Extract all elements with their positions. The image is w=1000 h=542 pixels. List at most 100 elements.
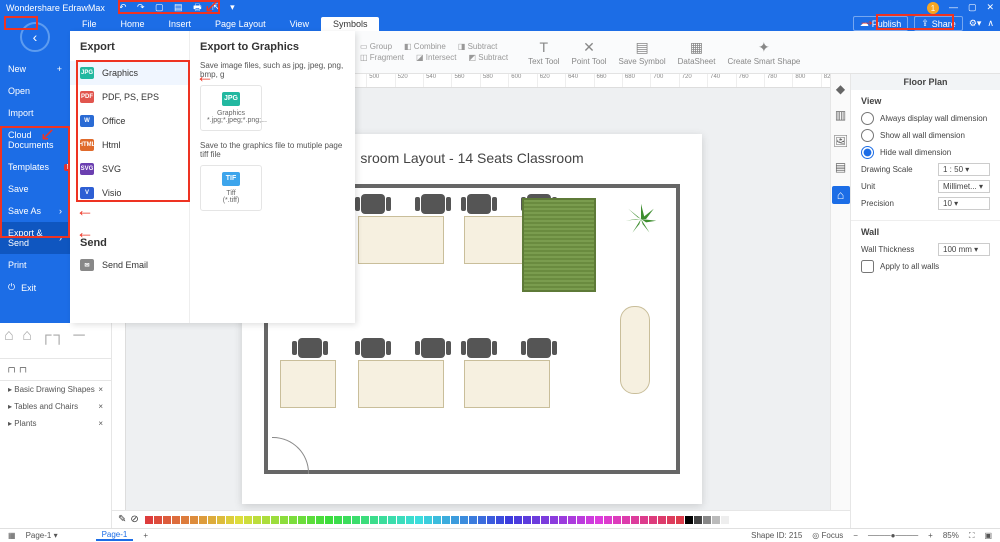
carpet[interactable]: [522, 198, 596, 292]
category-plants[interactable]: ▸ Plants×: [0, 415, 111, 432]
radio-show-all[interactable]: Show all wall dimension: [861, 129, 990, 142]
file-new[interactable]: New+: [0, 58, 70, 80]
focus-icon[interactable]: ◎ Focus: [812, 531, 843, 540]
window-min-icon[interactable]: —: [949, 2, 958, 14]
ribbon-smart-shape[interactable]: ✦Create Smart Shape: [727, 39, 800, 66]
file-print[interactable]: Print: [0, 254, 70, 276]
desk-4[interactable]: [280, 338, 340, 408]
file-open[interactable]: Open: [0, 80, 70, 102]
export-desc2: Save to the graphics file to mutiple pag…: [200, 141, 345, 159]
category-tables-chairs[interactable]: ▸ Tables and Chairs×: [0, 398, 111, 415]
export-visio[interactable]: VVisio: [70, 181, 189, 205]
tool-theme-icon[interactable]: ◆: [836, 82, 845, 96]
power-icon: ⏻: [8, 282, 15, 293]
window-max-icon[interactable]: ▢: [968, 2, 977, 14]
shapes-pane: ⌂ ⌂ ┌┐ ─ ┌┐┌┐ ▸ Basic Drawing Shapes× ▸ …: [0, 323, 112, 528]
ribbon-subtract2[interactable]: ◩ Subtract: [468, 53, 508, 62]
shape-thumbnails: ┌┐┌┐: [0, 359, 111, 381]
zoom-in-button[interactable]: +: [928, 531, 933, 540]
qat-redo-icon[interactable]: ↷: [137, 2, 145, 12]
page-tab[interactable]: Page-1: [96, 530, 134, 541]
ribbon-text-tool[interactable]: TText Tool: [528, 39, 559, 66]
export-thumb-graphics[interactable]: JPG Graphics *.jpg;*.jpeg;*.png;...: [200, 85, 262, 131]
user-badge[interactable]: 1: [927, 2, 939, 14]
zoom-slider[interactable]: ────●────: [868, 531, 918, 540]
tab-view[interactable]: View: [278, 17, 321, 31]
export-office[interactable]: WOffice: [70, 109, 189, 133]
file-export-send[interactable]: Export & Send›: [0, 222, 70, 254]
precision-select[interactable]: 10 ▾: [938, 197, 990, 210]
qat-save-icon[interactable]: ▤: [174, 2, 183, 12]
door[interactable]: [272, 438, 308, 474]
ribbon-group[interactable]: ▭ Group: [360, 42, 392, 51]
tab-page-layout[interactable]: Page Layout: [203, 17, 278, 31]
export-desc1: Save image files, such as jpg, jpeg, png…: [200, 61, 345, 79]
qat-export-icon[interactable]: ⇱: [212, 2, 220, 12]
tool-layers-icon[interactable]: ▥: [835, 108, 846, 122]
file-save-as[interactable]: Save As›: [0, 200, 70, 222]
desk-2[interactable]: [358, 194, 448, 264]
send-email[interactable]: ✉Send Email: [70, 253, 189, 277]
tab-symbols[interactable]: Symbols: [321, 17, 380, 31]
color-swatches[interactable]: [145, 516, 738, 524]
nofill-icon[interactable]: ⊘: [130, 514, 138, 525]
drawing-scale-select[interactable]: 1 : 50 ▾: [938, 163, 990, 176]
ribbon-intersect[interactable]: ◪ Intersect: [416, 53, 456, 62]
ribbon-point-tool[interactable]: ✕Point Tool: [572, 39, 607, 66]
file-templates[interactable]: Templates NEW: [0, 156, 70, 178]
tool-image-icon[interactable]: 🖼: [833, 134, 848, 148]
fullscreen-icon[interactable]: ▣: [984, 531, 992, 540]
ribbon-fragment[interactable]: ◫ Fragment: [360, 53, 404, 62]
drawing-scale-label: Drawing Scale: [861, 165, 913, 174]
ribbon-save-symbol[interactable]: ▤Save Symbol: [619, 39, 666, 66]
wall-thickness-label: Wall Thickness: [861, 245, 914, 254]
wall-thickness-select[interactable]: 100 mm ▾: [938, 243, 990, 256]
share-button[interactable]: ⇪Share: [914, 16, 963, 31]
qat-dropdown-icon[interactable]: ▾: [230, 2, 235, 12]
fit-page-icon[interactable]: ⛶: [969, 531, 975, 541]
file-save[interactable]: Save: [0, 178, 70, 200]
window-close-icon[interactable]: ✕: [986, 2, 994, 14]
back-button[interactable]: ‹: [20, 22, 50, 52]
desk-6[interactable]: [464, 338, 554, 408]
oval-table[interactable]: [620, 306, 650, 394]
ribbon-combine[interactable]: ◧ Combine: [404, 42, 446, 51]
qat-undo-icon[interactable]: ↶: [119, 2, 127, 12]
qat-print-icon[interactable]: 🖶: [193, 2, 202, 12]
export-html[interactable]: HTMLHtml: [70, 133, 189, 157]
export-graphics[interactable]: JPGGraphics: [70, 61, 189, 85]
export-svg[interactable]: SVGSVG: [70, 157, 189, 181]
tab-home[interactable]: Home: [109, 17, 157, 31]
file-cloud-documents[interactable]: Cloud Documents: [0, 124, 70, 156]
pages-icon[interactable]: ▦: [8, 531, 16, 540]
page-selector[interactable]: Page-1 ▾: [26, 531, 86, 540]
settings-icon[interactable]: ⚙▾: [969, 18, 982, 29]
eyedropper-icon[interactable]: ✎: [118, 514, 126, 525]
ribbon-datasheet[interactable]: ▦DataSheet: [678, 39, 716, 66]
tool-page-icon[interactable]: ▤: [835, 160, 846, 174]
file-exit[interactable]: ⏻Exit: [0, 276, 70, 299]
apply-all-walls[interactable]: Apply to all walls: [861, 260, 990, 273]
precision-label: Precision: [861, 199, 894, 208]
publish-button[interactable]: ☁Publish: [853, 16, 909, 31]
category-basic-drawing[interactable]: ▸ Basic Drawing Shapes×: [0, 381, 111, 398]
qat-open-icon[interactable]: ▢: [155, 2, 164, 12]
help-icon[interactable]: ∧: [987, 18, 994, 29]
ribbon-subtract[interactable]: ◨ Subtract: [458, 42, 498, 51]
unit-select[interactable]: Millimet... ▾: [938, 180, 990, 193]
radio-hide[interactable]: Hide wall dimension: [861, 146, 990, 159]
tool-floorplan-icon[interactable]: ⌂: [832, 186, 850, 204]
tab-insert[interactable]: Insert: [157, 17, 204, 31]
status-bar: ▦ Page-1 ▾ Page-1 + Shape ID: 215 ◎ Focu…: [0, 528, 1000, 542]
export-pdf[interactable]: PDFPDF, PS, EPS: [70, 85, 189, 109]
tab-file[interactable]: File: [70, 17, 109, 31]
app-title: Wondershare EdrawMax: [6, 3, 105, 13]
radio-always-display[interactable]: Always display wall dimension: [861, 112, 990, 125]
zoom-out-button[interactable]: −: [853, 531, 858, 540]
export-thumb-tiff[interactable]: TIF Tiff (*.tiff): [200, 165, 262, 211]
file-import[interactable]: Import: [0, 102, 70, 124]
export-title: Export: [70, 37, 189, 61]
desk-5[interactable]: [358, 338, 448, 408]
plant[interactable]: [624, 202, 658, 236]
add-page-button[interactable]: +: [143, 531, 148, 540]
